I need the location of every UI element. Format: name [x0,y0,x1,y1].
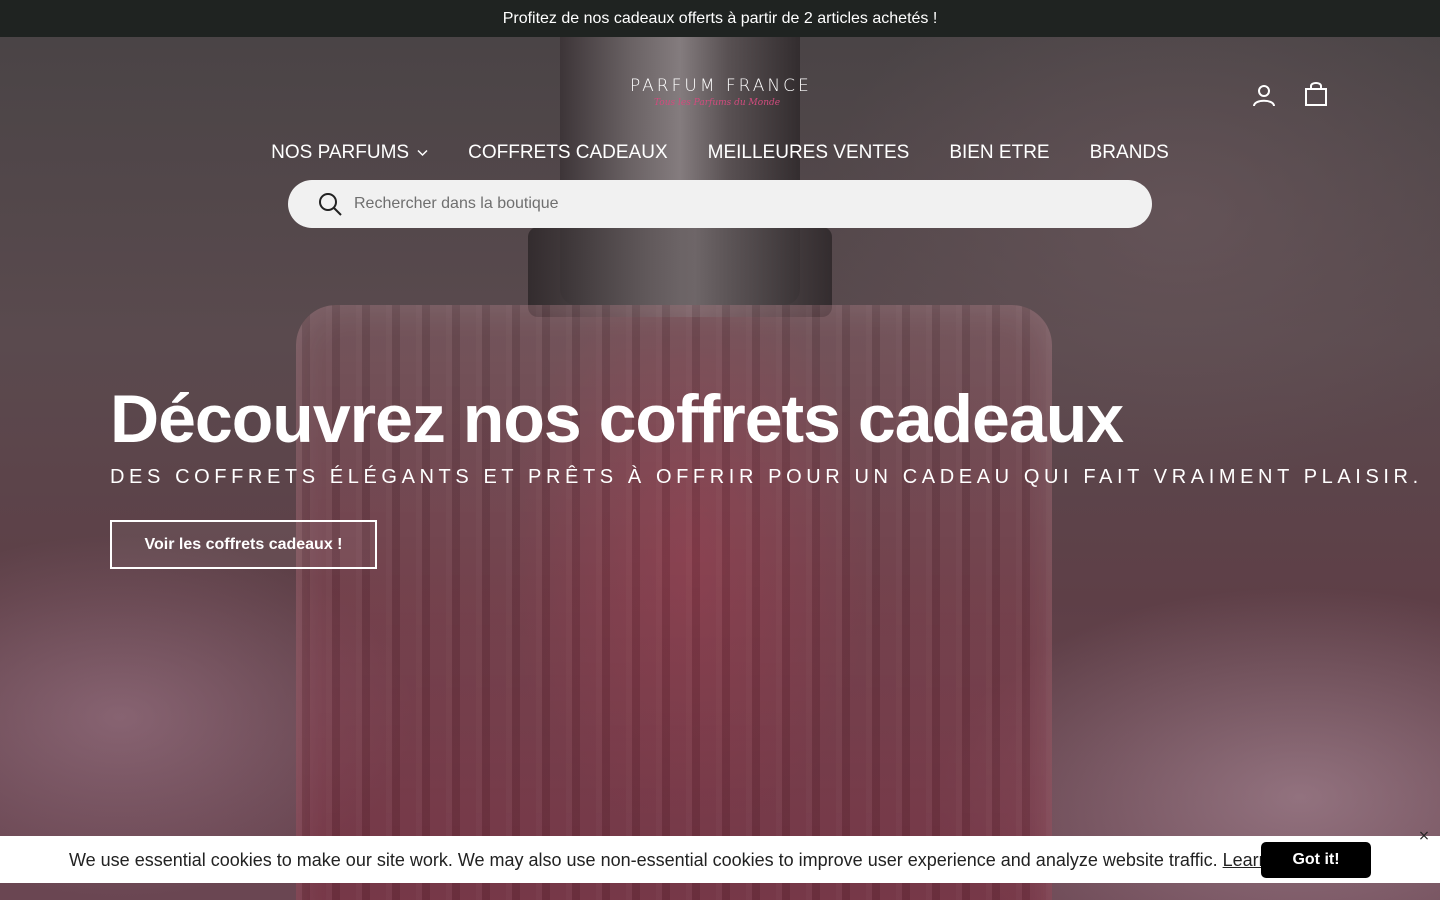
chevron-down-icon [417,149,428,157]
main-navigation: NOS PARFUMS COFFRETS CADEAUX MEILLEURES … [0,142,1440,164]
nav-item-brands[interactable]: BRANDS [1090,142,1169,164]
cookie-message: We use essential cookies to make our sit… [69,850,1320,871]
close-icon[interactable]: × [1416,828,1432,844]
nav-item-label: MEILLEURES VENTES [707,142,910,163]
site-logo[interactable]: PARFUM FRANCE Tous les Parfums du Monde [630,76,812,118]
perfume-bottle-collar [528,227,832,317]
hero-cta-label: Voir les coffrets cadeaux ! [144,535,343,553]
hero-title: Découvrez nos coffrets cadeaux [110,381,1124,457]
person-icon [1253,85,1275,107]
nav-item-label: BRANDS [1089,142,1169,163]
search-icon[interactable] [318,192,342,216]
announcement-text: Profitez de nos cadeaux offerts à partir… [502,9,938,27]
search-input[interactable] [354,195,1054,213]
cookie-banner: We use essential cookies to make our sit… [0,828,1440,883]
accept-cookies-button[interactable]: Got it! [1261,842,1371,878]
announcement-bar: Profitez de nos cadeaux offerts à partir… [0,0,1440,37]
hero-cta-button[interactable]: Voir les coffrets cadeaux ! [110,520,377,569]
logo-text: PARFUM FRANCE [630,76,812,96]
nav-item-nos-parfums[interactable]: NOS PARFUMS [271,142,428,164]
cart-button[interactable] [1301,79,1331,109]
shopping-bag-icon [1305,82,1327,106]
search-bar [288,180,1152,228]
cookie-text: We use essential cookies to make our sit… [69,850,1218,870]
hero-subtitle: DES COFFRETS ÉLÉGANTS ET PRÊTS À OFFRIR … [110,466,1423,488]
account-button[interactable] [1249,80,1279,110]
nav-item-bien-etre[interactable]: BIEN ETRE [949,142,1049,164]
nav-item-coffrets-cadeaux[interactable]: COFFRETS CADEAUX [468,142,668,164]
nav-item-label: BIEN ETRE [949,142,1050,163]
logo-tagline: Tous les Parfums du Monde [654,98,781,108]
nav-item-label: NOS PARFUMS [271,142,410,163]
nav-item-label: COFFRETS CADEAUX [468,142,668,163]
nav-item-meilleures-ventes[interactable]: MEILLEURES VENTES [708,142,910,164]
